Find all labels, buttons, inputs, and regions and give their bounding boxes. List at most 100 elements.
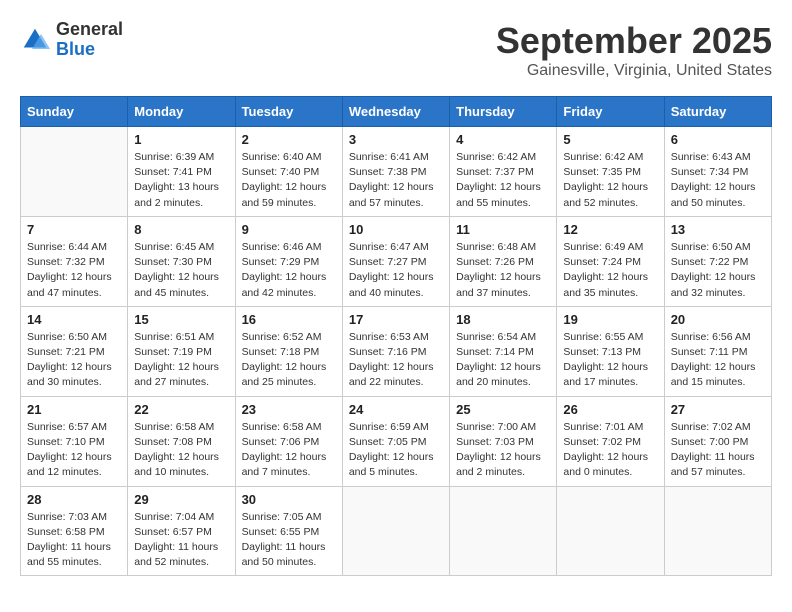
day-detail: Sunrise: 6:57 AM Sunset: 7:10 PM Dayligh… [27,420,121,481]
calendar-cell: 14 Sunrise: 6:50 AM Sunset: 7:21 PM Dayli… [21,306,128,396]
logo: General Blue [20,20,123,60]
day-number: 3 [349,132,443,147]
day-number: 22 [134,402,228,417]
calendar-cell: 7 Sunrise: 6:44 AM Sunset: 7:32 PM Daylig… [21,216,128,306]
day-detail: Sunrise: 6:44 AM Sunset: 7:32 PM Dayligh… [27,240,121,301]
day-detail: Sunrise: 6:55 AM Sunset: 7:13 PM Dayligh… [563,330,657,391]
calendar-cell: 27 Sunrise: 7:02 AM Sunset: 7:00 PM Dayli… [664,396,771,486]
day-number: 13 [671,222,765,237]
calendar-cell: 10 Sunrise: 6:47 AM Sunset: 7:27 PM Dayli… [342,216,449,306]
day-detail: Sunrise: 6:53 AM Sunset: 7:16 PM Dayligh… [349,330,443,391]
calendar-cell: 3 Sunrise: 6:41 AM Sunset: 7:38 PM Daylig… [342,127,449,217]
calendar-cell: 28Sunrise: 7:03 AM Sunset: 6:58 PM Dayli… [21,486,128,576]
calendar-cell: 26 Sunrise: 7:01 AM Sunset: 7:02 PM Dayli… [557,396,664,486]
calendar-cell: 24Sunrise: 6:59 AM Sunset: 7:05 PM Dayli… [342,396,449,486]
calendar-cell [557,486,664,576]
day-detail: Sunrise: 6:40 AM Sunset: 7:40 PM Dayligh… [242,150,336,211]
day-number: 14 [27,312,121,327]
day-detail: Sunrise: 6:47 AM Sunset: 7:27 PM Dayligh… [349,240,443,301]
calendar-cell: 5 Sunrise: 6:42 AM Sunset: 7:35 PM Daylig… [557,127,664,217]
weekday-header: Wednesday [342,97,449,127]
day-number: 27 [671,402,765,417]
calendar-cell [342,486,449,576]
weekday-header: Tuesday [235,97,342,127]
calendar-cell: 12 Sunrise: 6:49 AM Sunset: 7:24 PM Dayli… [557,216,664,306]
calendar-cell: 18Sunrise: 6:54 AM Sunset: 7:14 PM Dayli… [450,306,557,396]
calendar-cell [450,486,557,576]
calendar-cell: 21 Sunrise: 6:57 AM Sunset: 7:10 PM Dayli… [21,396,128,486]
calendar-cell: 29Sunrise: 7:04 AM Sunset: 6:57 PM Dayli… [128,486,235,576]
calendar-cell: 19Sunrise: 6:55 AM Sunset: 7:13 PM Dayli… [557,306,664,396]
weekday-header: Saturday [664,97,771,127]
day-number: 17 [349,312,443,327]
day-number: 1 [134,132,228,147]
day-number: 26 [563,402,657,417]
day-number: 20 [671,312,765,327]
calendar-cell: 30 Sunrise: 7:05 AM Sunset: 6:55 PM Dayli… [235,486,342,576]
calendar-cell [664,486,771,576]
day-number: 24 [349,402,443,417]
calendar-cell: 11 Sunrise: 6:48 AM Sunset: 7:26 PM Dayli… [450,216,557,306]
day-detail: Sunrise: 6:56 AM Sunset: 7:11 PM Dayligh… [671,330,765,391]
calendar-cell: 9Sunrise: 6:46 AM Sunset: 7:29 PM Daylig… [235,216,342,306]
day-detail: Sunrise: 6:42 AM Sunset: 7:37 PM Dayligh… [456,150,550,211]
day-number: 11 [456,222,550,237]
calendar-cell: 25 Sunrise: 7:00 AM Sunset: 7:03 PM Dayli… [450,396,557,486]
calendar-cell: 20 Sunrise: 6:56 AM Sunset: 7:11 PM Dayli… [664,306,771,396]
day-detail: Sunrise: 7:02 AM Sunset: 7:00 PM Dayligh… [671,420,765,481]
day-detail: Sunrise: 6:43 AM Sunset: 7:34 PM Dayligh… [671,150,765,211]
day-number: 5 [563,132,657,147]
day-number: 30 [242,492,336,507]
weekday-header: Sunday [21,97,128,127]
logo-icon [20,25,50,55]
day-number: 25 [456,402,550,417]
day-number: 7 [27,222,121,237]
calendar-cell: 22Sunrise: 6:58 AM Sunset: 7:08 PM Dayli… [128,396,235,486]
calendar-cell: 16 Sunrise: 6:52 AM Sunset: 7:18 PM Dayli… [235,306,342,396]
day-detail: Sunrise: 6:45 AM Sunset: 7:30 PM Dayligh… [134,240,228,301]
title-block: September 2025 Gainesville, Virginia, Un… [496,20,772,80]
logo-text: General Blue [56,20,123,60]
day-detail: Sunrise: 6:41 AM Sunset: 7:38 PM Dayligh… [349,150,443,211]
day-detail: Sunrise: 6:50 AM Sunset: 7:22 PM Dayligh… [671,240,765,301]
day-number: 4 [456,132,550,147]
calendar-cell: 1 Sunrise: 6:39 AM Sunset: 7:41 PM Daylig… [128,127,235,217]
day-detail: Sunrise: 7:01 AM Sunset: 7:02 PM Dayligh… [563,420,657,481]
week-row: 21 Sunrise: 6:57 AM Sunset: 7:10 PM Dayli… [21,396,772,486]
day-detail: Sunrise: 7:04 AM Sunset: 6:57 PM Dayligh… [134,510,228,571]
weekday-header: Thursday [450,97,557,127]
week-row: 28Sunrise: 7:03 AM Sunset: 6:58 PM Dayli… [21,486,772,576]
day-number: 2 [242,132,336,147]
calendar-cell: 23Sunrise: 6:58 AM Sunset: 7:06 PM Dayli… [235,396,342,486]
day-number: 12 [563,222,657,237]
day-detail: Sunrise: 7:03 AM Sunset: 6:58 PM Dayligh… [27,510,121,571]
calendar-table: SundayMondayTuesdayWednesdayThursdayFrid… [20,96,772,576]
day-number: 21 [27,402,121,417]
day-number: 6 [671,132,765,147]
day-number: 16 [242,312,336,327]
day-detail: Sunrise: 7:05 AM Sunset: 6:55 PM Dayligh… [242,510,336,571]
day-detail: Sunrise: 6:49 AM Sunset: 7:24 PM Dayligh… [563,240,657,301]
day-detail: Sunrise: 6:52 AM Sunset: 7:18 PM Dayligh… [242,330,336,391]
week-row: 14 Sunrise: 6:50 AM Sunset: 7:21 PM Dayli… [21,306,772,396]
day-number: 23 [242,402,336,417]
day-detail: Sunrise: 6:42 AM Sunset: 7:35 PM Dayligh… [563,150,657,211]
day-number: 18 [456,312,550,327]
week-row: 1 Sunrise: 6:39 AM Sunset: 7:41 PM Daylig… [21,127,772,217]
day-detail: Sunrise: 6:39 AM Sunset: 7:41 PM Dayligh… [134,150,228,211]
day-detail: Sunrise: 6:51 AM Sunset: 7:19 PM Dayligh… [134,330,228,391]
calendar-cell: 4 Sunrise: 6:42 AM Sunset: 7:37 PM Daylig… [450,127,557,217]
weekday-header: Friday [557,97,664,127]
day-number: 8 [134,222,228,237]
calendar-cell: 6 Sunrise: 6:43 AM Sunset: 7:34 PM Daylig… [664,127,771,217]
calendar-title: September 2025 [496,20,772,62]
day-number: 15 [134,312,228,327]
weekday-header: Monday [128,97,235,127]
day-detail: Sunrise: 6:50 AM Sunset: 7:21 PM Dayligh… [27,330,121,391]
day-detail: Sunrise: 7:00 AM Sunset: 7:03 PM Dayligh… [456,420,550,481]
day-number: 10 [349,222,443,237]
calendar-cell: 15 Sunrise: 6:51 AM Sunset: 7:19 PM Dayli… [128,306,235,396]
day-detail: Sunrise: 6:48 AM Sunset: 7:26 PM Dayligh… [456,240,550,301]
logo-blue: Blue [56,39,95,59]
calendar-header-row: SundayMondayTuesdayWednesdayThursdayFrid… [21,97,772,127]
